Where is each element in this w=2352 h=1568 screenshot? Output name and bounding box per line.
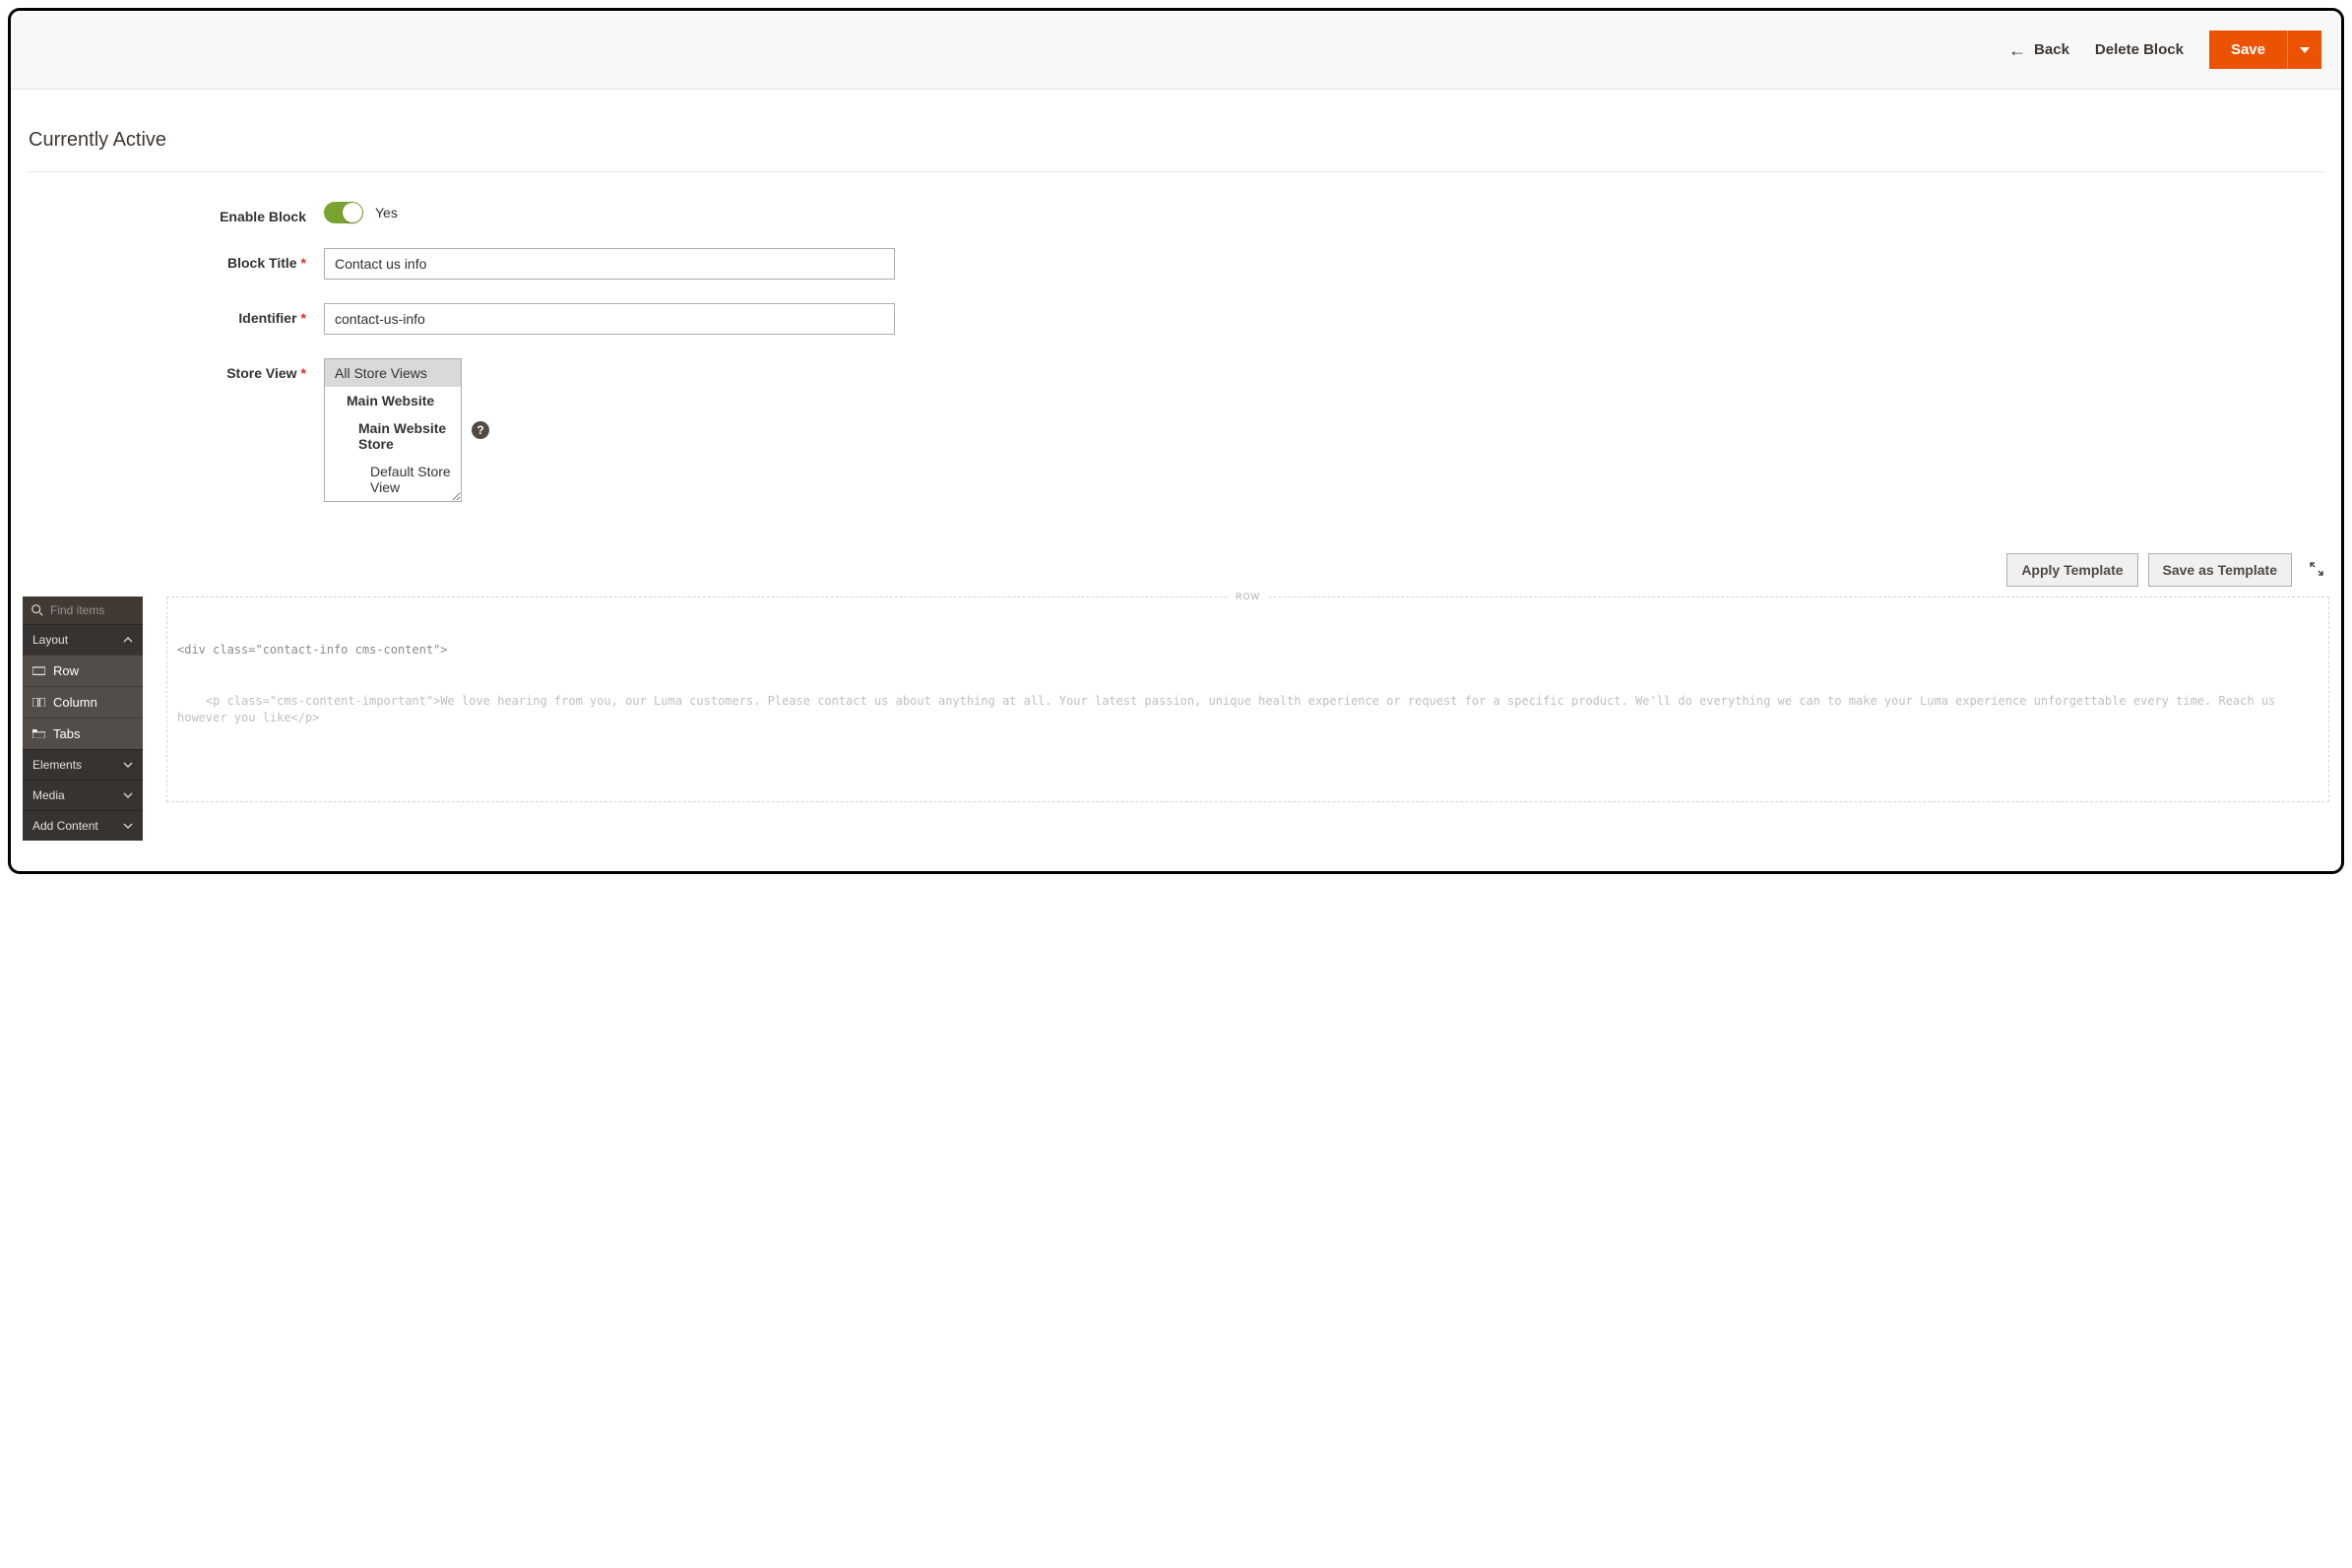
block-title-row: Block Title* [29, 248, 2323, 280]
builder-stage-row[interactable]: ROW <div class="contact-info cms-content… [166, 596, 2329, 802]
enable-block-label: Enable Block [29, 202, 324, 224]
delete-block-label: Delete Block [2095, 41, 2184, 58]
template-bar: Apply Template Save as Template [11, 526, 2341, 596]
enable-block-toggle[interactable] [324, 202, 363, 223]
code-line: <div class="contact-info cms-content"> [177, 642, 2319, 659]
page-builder: Layout Row Column Tabs Elements Media [11, 596, 2341, 852]
identifier-label: Identifier* [29, 303, 324, 326]
column-icon [32, 698, 45, 707]
search-icon [31, 603, 44, 617]
store-option-website[interactable]: Main Website [325, 387, 461, 414]
save-button-group: Save [2209, 31, 2321, 69]
panel-item-column[interactable]: Column [23, 686, 143, 718]
store-view-label: Store View* [29, 358, 324, 381]
title-divider [29, 171, 2323, 172]
fullscreen-icon[interactable] [2310, 562, 2323, 579]
panel-item-row[interactable]: Row [23, 655, 143, 686]
page-title: Currently Active [11, 90, 2341, 163]
row-icon [32, 666, 45, 675]
panel-group-media[interactable]: Media [23, 780, 143, 810]
identifier-input[interactable] [324, 303, 895, 335]
caret-down-icon [2300, 45, 2310, 55]
enable-block-value: Yes [375, 205, 398, 220]
stage-row-label: ROW [1228, 592, 1268, 601]
panel-search-input[interactable] [50, 603, 135, 617]
block-title-input[interactable] [324, 248, 895, 280]
action-toolbar: ← Back Delete Block Save [11, 11, 2341, 90]
component-panel: Layout Row Column Tabs Elements Media [23, 596, 143, 841]
block-title-label: Block Title* [29, 248, 324, 271]
help-icon[interactable]: ? [472, 421, 489, 439]
code-line: <p class="cms-content-important">We love… [177, 693, 2319, 727]
block-form: Enable Block Yes Block Title* Identifier… [11, 202, 2341, 502]
store-option-store[interactable]: Main Website Store [325, 414, 461, 458]
identifier-row: Identifier* [29, 303, 2323, 335]
required-asterisk: * [301, 255, 306, 271]
chevron-down-icon [123, 760, 133, 770]
store-option-all[interactable]: All Store Views [325, 359, 461, 387]
back-button-label: Back [2034, 41, 2069, 58]
tabs-icon [32, 729, 45, 738]
save-button[interactable]: Save [2209, 31, 2287, 69]
chevron-down-icon [123, 790, 133, 800]
required-asterisk: * [301, 310, 306, 326]
panel-group-elements[interactable]: Elements [23, 749, 143, 780]
content-preview: <div class="contact-info cms-content"> <… [177, 607, 2319, 762]
required-asterisk: * [301, 365, 306, 381]
panel-item-tabs[interactable]: Tabs [23, 718, 143, 749]
delete-block-button[interactable]: Delete Block [2095, 41, 2184, 58]
apply-template-button[interactable]: Apply Template [2006, 553, 2137, 587]
chevron-down-icon [123, 821, 133, 831]
save-dropdown-button[interactable] [2287, 31, 2321, 69]
store-option-view[interactable]: Default Store View [325, 458, 461, 501]
enable-block-row: Enable Block Yes [29, 202, 2323, 224]
save-as-template-button[interactable]: Save as Template [2148, 553, 2292, 587]
back-button[interactable]: ← Back [2008, 41, 2069, 59]
store-view-select[interactable]: All Store Views Main Website Main Websit… [324, 358, 462, 502]
panel-group-add-content[interactable]: Add Content [23, 810, 143, 841]
arrow-left-icon: ← [2008, 41, 2026, 59]
panel-group-layout[interactable]: Layout [23, 624, 143, 655]
save-button-label: Save [2231, 41, 2265, 58]
chevron-up-icon [123, 635, 133, 645]
panel-search [23, 596, 143, 624]
store-view-row: Store View* All Store Views Main Website… [29, 358, 2323, 502]
